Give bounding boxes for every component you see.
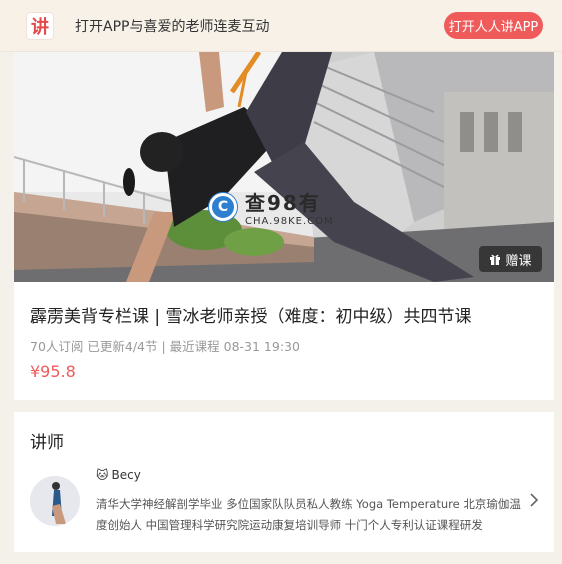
avatar[interactable] (30, 476, 80, 526)
course-card: C 查98有 CHA.98KE.COM 赠课 霹雳美背专栏课 | 雪冰老师亲授（… (14, 52, 554, 400)
watermark: C 查98有 CHA.98KE.COM (209, 182, 369, 232)
watermark-subtitle: CHA.98KE.COM (245, 216, 334, 227)
gift-icon (489, 253, 501, 265)
course-meta: 70人订阅 已更新4/4节 | 最近课程 08-31 19:30 (30, 339, 300, 354)
section-title-instructor: 讲师 (30, 433, 64, 453)
banner-text: 打开APP与喜爱的老师连麦互动 (75, 19, 270, 35)
course-price: ¥95.8 (30, 362, 76, 381)
open-app-button[interactable]: 打开人人讲APP (444, 12, 543, 39)
instructor-card[interactable]: 讲师 🐱 Becy 清华大学神经解剖学毕业 多位国家队队员私人教练 Yoga T… (14, 412, 554, 552)
gift-label: 赠课 (505, 253, 532, 269)
watermark-logo-icon: C (209, 193, 237, 221)
teacher-name: Becy (111, 468, 141, 482)
course-title: 霹雳美背专栏课 | 雪冰老师亲授（难度：初中级）共四节课 (30, 307, 472, 327)
watermark-title: 查98有 (245, 191, 321, 215)
course-cover-image: C 查98有 CHA.98KE.COM 赠课 (14, 52, 554, 282)
app-download-banner[interactable]: 讲 打开APP与喜爱的老师连麦互动 打开人人讲APP (0, 0, 562, 52)
cat-emoji-icon: 🐱 (96, 468, 109, 482)
app-logo: 讲 (26, 12, 54, 40)
chevron-right-icon[interactable] (526, 492, 542, 508)
gift-course-button[interactable]: 赠课 (479, 246, 542, 272)
teacher-description: 清华大学神经解剖学毕业 多位国家队队员私人教练 Yoga Temperature… (96, 497, 521, 532)
cover-photo (14, 52, 554, 282)
